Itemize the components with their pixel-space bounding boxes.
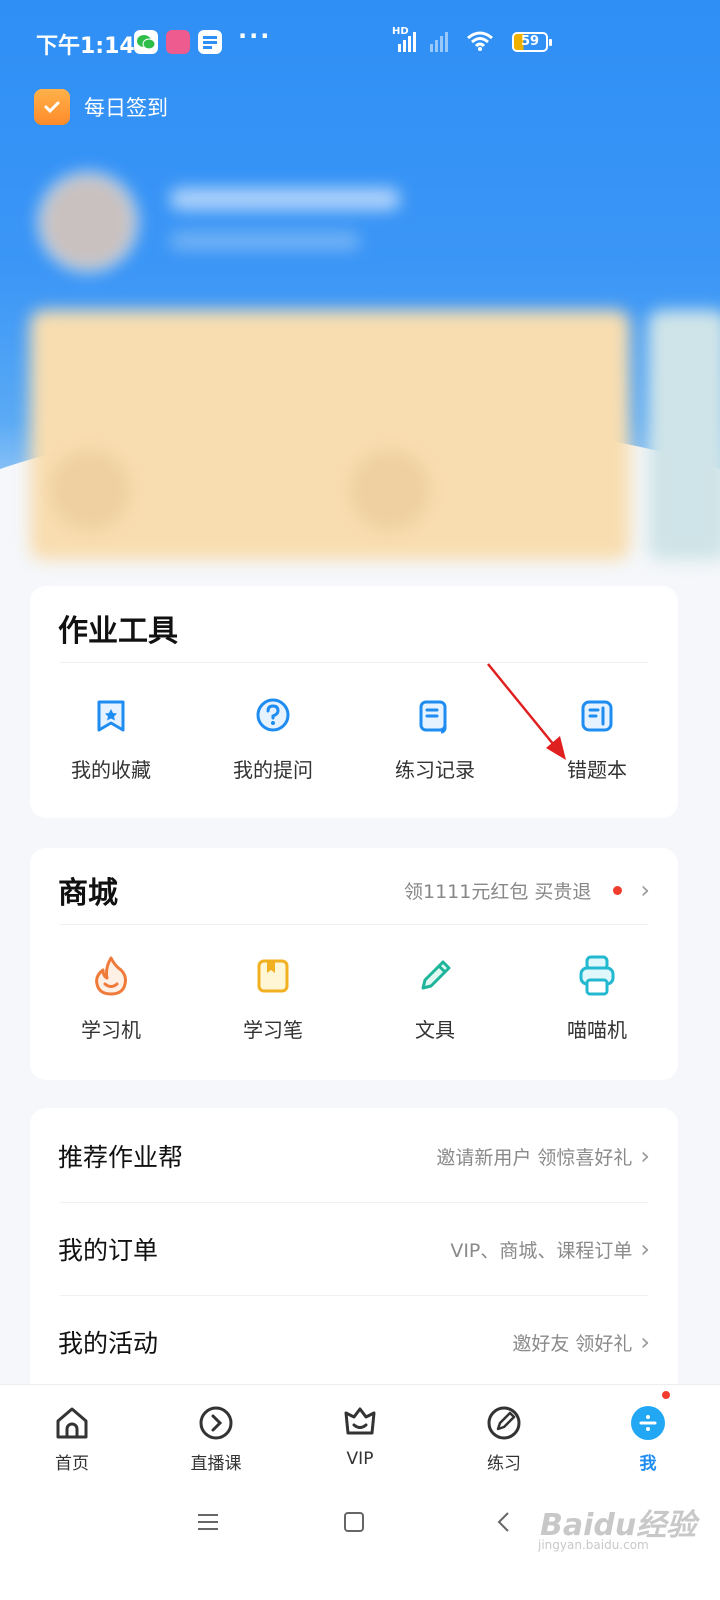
flame-icon	[89, 954, 133, 998]
menu-lines-icon[interactable]	[196, 1510, 220, 1538]
nav-practice[interactable]: 练习	[432, 1385, 576, 1484]
printer-icon	[575, 954, 619, 998]
tool-label: 练习记录	[395, 758, 475, 782]
mall-promo-link[interactable]: 领1111元红包 买贵退 ›	[404, 876, 650, 904]
menu-row-orders[interactable]: 我的订单 VIP、商城、课程订单 ›	[58, 1203, 650, 1295]
notebook-icon	[251, 954, 295, 998]
vip-card-blurred[interactable]	[30, 310, 630, 560]
bookmark-star-icon	[89, 694, 133, 738]
calendar-check-icon	[34, 89, 70, 125]
compass-pen-icon	[487, 1406, 521, 1440]
tool-label: 我的提问	[233, 758, 313, 782]
mall-stationery[interactable]: 文具	[354, 954, 516, 1043]
profile-blurred-area	[0, 140, 720, 580]
mall-title: 商城	[58, 876, 118, 911]
mistake-book-icon	[575, 694, 619, 738]
chevron-right-icon: ›	[640, 876, 650, 904]
play-circle-icon	[199, 1406, 233, 1440]
side-card-blurred[interactable]	[648, 310, 720, 560]
vip-crown-icon	[344, 1407, 376, 1435]
mall-promo-text: 领1111元红包 买贵退	[403, 880, 592, 903]
menu-hint: 邀好友 领好礼	[512, 1332, 633, 1355]
mall-label: 文具	[415, 1018, 455, 1042]
home-square-icon[interactable]	[342, 1510, 366, 1538]
nav-label: 首页	[55, 1454, 89, 1474]
mall-label: 学习笔	[243, 1018, 303, 1042]
daily-checkin-button[interactable]: 每日签到	[34, 88, 168, 126]
chevron-right-icon: ›	[640, 1235, 650, 1263]
chevron-right-icon: ›	[640, 1142, 650, 1170]
mall-learning-pen[interactable]: 学习笔	[192, 954, 354, 1043]
user-name-blurred	[170, 188, 400, 210]
home-icon	[56, 1407, 88, 1439]
avatar[interactable]	[38, 172, 138, 272]
me-icon	[631, 1406, 665, 1440]
wifi-icon	[466, 30, 494, 58]
chevron-right-icon: ›	[640, 1328, 650, 1356]
menu-list-card: 推荐作业帮 邀请新用户 领惊喜好礼 › 我的订单 VIP、商城、课程订单 › 我的活…	[30, 1108, 678, 1398]
mall-label: 学习机	[81, 1018, 141, 1042]
menu-label: 我的活动	[58, 1329, 159, 1358]
mall-learning-machine[interactable]: 学习机	[30, 954, 192, 1043]
wechat-icon	[134, 30, 158, 54]
tool-favorites[interactable]: 我的收藏	[30, 694, 192, 783]
nav-label: 练习	[487, 1454, 521, 1474]
nav-home[interactable]: 首页	[0, 1385, 144, 1484]
status-bar: 下午1:14 ··· HD 59	[0, 20, 720, 66]
pencil-icon	[413, 954, 457, 998]
bilibili-icon	[166, 30, 190, 54]
homework-tools-title: 作业工具	[58, 614, 178, 649]
battery-indicator: 59	[512, 32, 552, 52]
menu-row-recommend[interactable]: 推荐作业帮 邀请新用户 领惊喜好礼 ›	[58, 1110, 650, 1202]
nav-vip[interactable]: VIP	[288, 1385, 432, 1484]
notification-dot	[660, 1389, 672, 1401]
mall-grid: 学习机 学习笔 文具 喵喵机	[30, 954, 678, 1043]
homework-tools-grid: 我的收藏 我的提问 练习记录 错题本	[30, 694, 678, 783]
status-more-icon: ···	[238, 22, 272, 50]
signal-icon	[398, 30, 416, 52]
back-chevron-icon[interactable]	[492, 1510, 516, 1538]
bottom-nav: 首页 直播课 VIP 练习 我	[0, 1384, 720, 1484]
menu-label: 我的订单	[58, 1236, 159, 1265]
nav-label: 我	[639, 1454, 657, 1474]
menu-hint: VIP、商城、课程订单	[450, 1239, 633, 1262]
watermark-url: jingyan.baidu.com	[538, 1538, 649, 1552]
nav-label: 直播课	[190, 1454, 242, 1474]
divider	[60, 924, 648, 925]
mall-meow-printer[interactable]: 喵喵机	[516, 954, 678, 1043]
notification-dot	[613, 885, 623, 895]
user-info-blurred	[170, 232, 360, 250]
signal-weak-icon	[430, 30, 448, 52]
tool-questions[interactable]: 我的提问	[192, 694, 354, 783]
menu-hint: 邀请新用户 领惊喜好礼	[436, 1146, 633, 1169]
tool-label: 我的收藏	[71, 758, 151, 782]
checkin-label: 每日签到	[84, 96, 168, 120]
news-app-icon	[198, 30, 222, 54]
mall-card: 商城 领1111元红包 买贵退 › 学习机 学习笔 文具 喵喵机	[30, 848, 678, 1080]
annotation-arrow	[487, 663, 566, 760]
homework-tools-card: 作业工具 我的收藏 我的提问 练习记录 错题本	[30, 586, 678, 818]
practice-record-icon	[413, 694, 457, 738]
menu-row-activities[interactable]: 我的活动 邀好友 领好礼 ›	[58, 1296, 650, 1388]
nav-label: VIP	[346, 1449, 374, 1469]
question-bubble-icon	[251, 694, 295, 738]
mall-label: 喵喵机	[567, 1018, 627, 1042]
nav-me[interactable]: 我	[576, 1385, 720, 1484]
status-time: 下午1:14	[36, 34, 135, 59]
nav-live-course[interactable]: 直播课	[144, 1385, 288, 1484]
menu-label: 推荐作业帮	[58, 1143, 184, 1172]
